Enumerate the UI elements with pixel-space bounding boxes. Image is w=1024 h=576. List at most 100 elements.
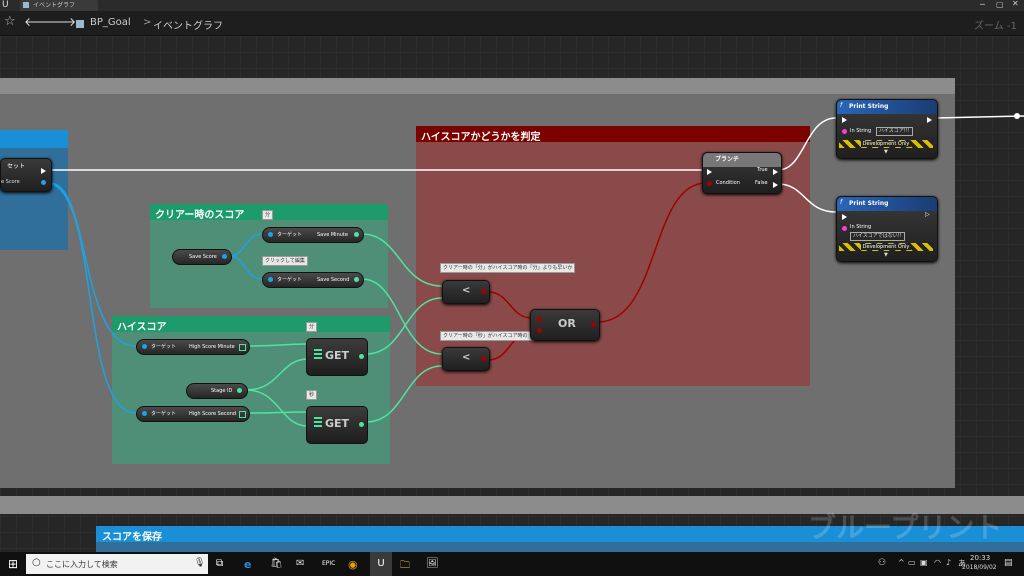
unreal-taskbar-icon[interactable]: U <box>370 552 392 576</box>
volume-icon[interactable]: ♪ <box>946 558 951 567</box>
set-exec-out-pin[interactable] <box>41 168 46 174</box>
print1-expand-icon[interactable]: ▼ <box>884 149 888 155</box>
tray-chevron-icon[interactable]: ^ <box>898 558 905 567</box>
star-icon[interactable]: ☆ <box>4 14 16 29</box>
photos-icon[interactable]: 🖼 <box>426 558 439 570</box>
branch-exec-in-pin[interactable] <box>707 169 712 175</box>
print1-dev-label: Development Only <box>860 141 912 147</box>
save-minute-node[interactable]: ターゲット Save Minute <box>262 227 364 243</box>
close-button[interactable]: ✕ <box>1012 0 1019 8</box>
save-minute-target-pin[interactable] <box>268 232 273 237</box>
branch-title-bar: ブランチ <box>703 153 781 167</box>
print1-exec-in[interactable] <box>842 117 847 123</box>
high-sec-target-pin[interactable] <box>142 411 147 416</box>
get-minute-out-pin[interactable] <box>359 354 364 359</box>
wifi-icon[interactable]: ◠ <box>934 558 941 567</box>
print-string-node-1[interactable]: Print String f In String ハイスコア!!! Develo… <box>836 99 938 159</box>
chrome-icon[interactable]: ◉ <box>348 558 360 571</box>
clock-time[interactable]: 20:33 <box>970 554 990 562</box>
windows-start-icon[interactable]: ⊞ <box>8 557 18 571</box>
edge-icon[interactable]: e <box>244 558 256 571</box>
wire-or-to-branch <box>597 182 707 323</box>
print1-exec-out[interactable] <box>927 117 932 123</box>
branch-false-label: False <box>755 180 768 186</box>
less-second-out-pin[interactable] <box>481 356 486 361</box>
title-bar: U イベントグラフ ─ ▢ ✕ <box>0 0 1024 11</box>
graph-canvas[interactable]: スコアを保存 ブループリント クリアー時のスコア ハイスコア ハイスコアかどうか… <box>0 36 1024 552</box>
wire-highmin-to-get <box>247 343 309 347</box>
or-out-pin[interactable] <box>591 322 596 327</box>
get-node-minute[interactable]: GET <box>306 338 368 376</box>
explorer-icon[interactable]: 🗀 <box>400 558 412 571</box>
print1-value[interactable]: ハイスコア!!! <box>876 127 913 136</box>
people-icon[interactable]: ⚇ <box>878 558 886 568</box>
maximize-button[interactable]: ▢ <box>996 0 1004 9</box>
save-second-target-pin[interactable] <box>268 277 273 282</box>
wire-less1-to-or <box>487 291 533 319</box>
reroute-dot[interactable] <box>1014 113 1020 119</box>
or-in-a-pin[interactable] <box>537 317 542 322</box>
epic-launcher-icon[interactable]: EPIC <box>322 560 335 572</box>
print-string-node-2[interactable]: Print String f ▷ In String ハイスコアではない!! D… <box>836 196 938 262</box>
zoom-level: ズーム -1 <box>974 21 1017 32</box>
high-min-target-pin[interactable] <box>142 344 147 349</box>
minimize-button[interactable]: ─ <box>980 0 985 9</box>
tab-event-graph[interactable]: イベントグラフ <box>20 0 98 11</box>
breadcrumb-separator: > <box>143 17 152 28</box>
note-minute: クリアー時の「分」がハイスコア時の「分」よりも早いか <box>440 263 576 273</box>
print2-dev-banner: Development Only <box>839 243 933 251</box>
print1-in-pin[interactable] <box>842 129 847 134</box>
less-node-second[interactable]: < <box>442 347 490 371</box>
high-sec-array-icon <box>239 411 246 418</box>
get-second-out-pin[interactable] <box>359 422 364 427</box>
print2-exec-in[interactable] <box>842 214 847 220</box>
exec-wire-true <box>777 117 837 171</box>
stage-id-node[interactable]: Stage ID <box>186 383 248 399</box>
set-node[interactable]: セット e Score <box>0 158 52 192</box>
save-second-node[interactable]: ターゲット Save Second <box>262 272 364 288</box>
or-node[interactable]: OR <box>530 309 600 341</box>
notification-icon[interactable]: ▤ <box>1004 558 1013 568</box>
wire-score-to-highsec <box>49 182 137 414</box>
print2-exec-out[interactable]: ▷ <box>925 211 930 218</box>
breadcrumb-root[interactable]: BP_Goal <box>90 17 131 28</box>
get-minute-array-icon <box>314 349 322 361</box>
high-sec-target: ターゲット <box>151 411 177 417</box>
microphone-icon[interactable]: 🎙 <box>194 558 205 568</box>
high-sec-label: High Score Second <box>189 411 237 417</box>
branch-false-pin[interactable] <box>773 182 778 188</box>
branch-true-pin[interactable] <box>773 169 778 175</box>
high-min-node[interactable]: ターゲット High Score Minute <box>136 339 250 355</box>
network-icon[interactable]: ▭ <box>908 558 916 567</box>
wire-stage-to-get1 <box>245 358 309 391</box>
clock-date[interactable]: 2018/09/02 <box>962 564 997 571</box>
get-node-second[interactable]: GET <box>306 406 368 444</box>
store-icon[interactable]: 🛍 <box>270 558 283 570</box>
print2-in-pin[interactable] <box>842 226 847 231</box>
branch-condition-pin[interactable] <box>707 181 712 186</box>
save-score-node[interactable]: Save Score <box>172 249 232 265</box>
high-min-array-icon <box>239 344 246 351</box>
less-node-minute[interactable]: < <box>442 280 490 304</box>
print2-dev-label: Development Only <box>860 244 912 250</box>
battery-icon[interactable]: ▣ <box>920 558 928 567</box>
branch-node[interactable]: ブランチ True Condition False <box>702 152 782 194</box>
set-node-title: セット <box>7 163 26 170</box>
high-sec-node[interactable]: ターゲット High Score Second <box>136 406 250 422</box>
breadcrumb-grid-icon <box>76 20 84 28</box>
mail-icon[interactable]: ✉ <box>296 558 308 570</box>
or-in-b-pin[interactable] <box>537 328 542 333</box>
set-score-out-pin[interactable] <box>41 180 46 185</box>
edit-hint[interactable]: クリックして編集 <box>262 256 308 266</box>
save-score-pin[interactable] <box>222 254 227 259</box>
save-second-out-pin[interactable] <box>354 277 359 282</box>
stage-id-pin[interactable] <box>237 388 242 393</box>
forward-arrow-icon[interactable]: 🡒 <box>44 14 76 29</box>
print2-expand-icon[interactable]: ▼ <box>884 252 888 258</box>
taskbar-search-box[interactable]: ○ ここに入力して検索 🎙 <box>26 554 208 574</box>
print2-value[interactable]: ハイスコアではない!! <box>850 232 905 241</box>
print2-title: Print String <box>849 200 889 207</box>
less-minute-out-pin[interactable] <box>481 289 486 294</box>
save-minute-out-pin[interactable] <box>354 232 359 237</box>
task-view-icon[interactable]: ⧉ <box>216 558 228 570</box>
